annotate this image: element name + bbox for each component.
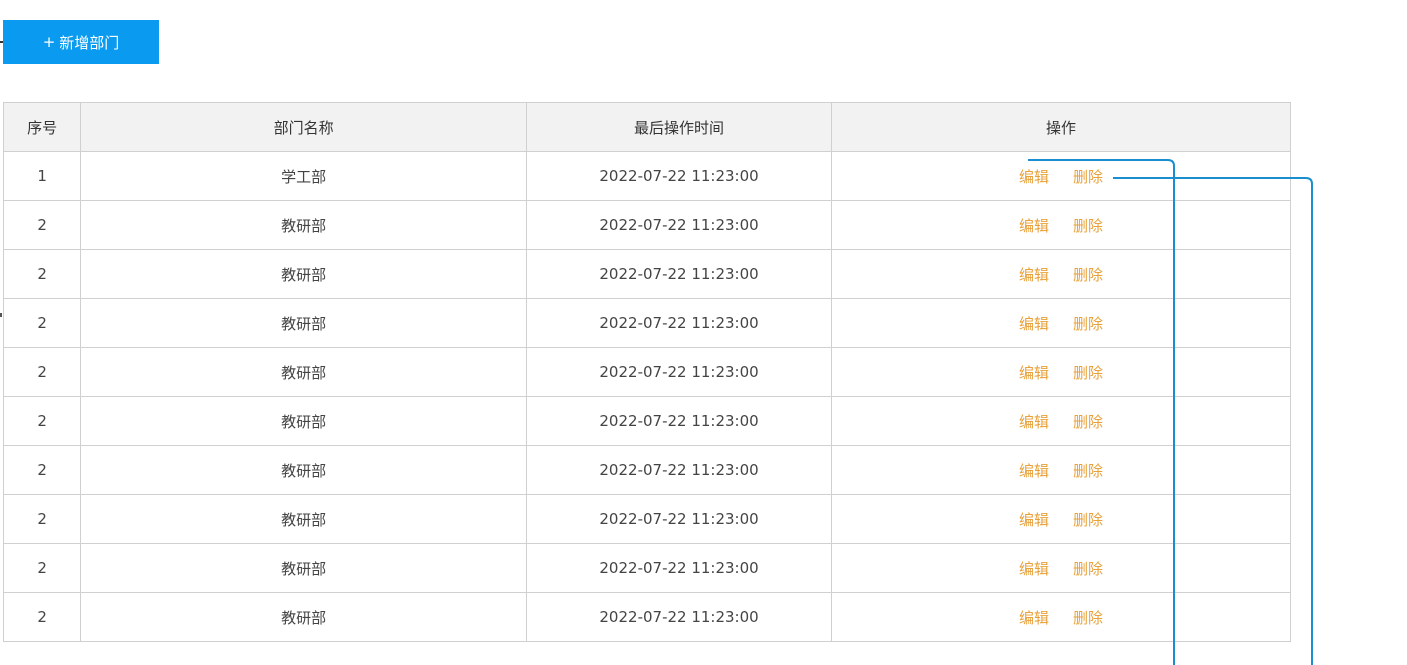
delete-link[interactable]: 删除 [1073,607,1103,628]
table-row: 2 教研部 2022-07-22 11:23:00 编辑 删除 [2,494,1292,544]
cell-seq: 2 [2,396,82,446]
cell-ops: 编辑 删除 [830,249,1292,299]
cell-seq: 2 [2,347,82,397]
row-actions: 编辑 删除 [1007,215,1115,236]
cell-ops: 编辑 删除 [830,445,1292,495]
table-row: 1 学工部 2022-07-22 11:23:00 编辑 删除 [2,151,1292,201]
edit-link[interactable]: 编辑 [1019,411,1049,432]
delete-link[interactable]: 删除 [1073,411,1103,432]
cell-name: 教研部 [80,494,528,544]
cell-name: 教研部 [80,298,528,348]
cell-time: 2022-07-22 11:23:00 [526,592,832,642]
cell-seq: 2 [2,445,82,495]
cell-ops: 编辑 删除 [830,494,1292,544]
row-actions: 编辑 删除 [1007,460,1115,481]
cell-ops: 编辑 删除 [830,298,1292,348]
edit-link[interactable]: 编辑 [1019,460,1049,481]
table-body: 1 学工部 2022-07-22 11:23:00 编辑 删除 2 教研部 2022-07-2… [2,151,1292,642]
cell-name: 学工部 [80,151,528,201]
cell-ops: 编辑 删除 [830,151,1292,201]
cell-seq: 2 [2,298,82,348]
cell-ops: 编辑 删除 [830,396,1292,446]
cell-seq: 2 [2,249,82,299]
cell-time: 2022-07-22 11:23:00 [526,249,832,299]
edit-link[interactable]: 编辑 [1019,313,1049,334]
edit-link[interactable]: 编辑 [1019,215,1049,236]
table-row: 2 教研部 2022-07-22 11:23:00 编辑 删除 [2,249,1292,299]
cell-time: 2022-07-22 11:23:00 [526,396,832,446]
delete-link[interactable]: 删除 [1073,460,1103,481]
header-name: 部门名称 [80,102,528,152]
edit-link[interactable]: 编辑 [1019,166,1049,187]
cell-name: 教研部 [80,249,528,299]
cell-name: 教研部 [80,543,528,593]
delete-link[interactable]: 删除 [1073,313,1103,334]
department-table: 序号 部门名称 最后操作时间 操作 1 学工部 2022-07-22 11:23:0… [2,102,1292,642]
delete-link[interactable]: 删除 [1073,558,1103,579]
table-row: 2 教研部 2022-07-22 11:23:00 编辑 删除 [2,298,1292,348]
cell-ops: 编辑 删除 [830,347,1292,397]
cell-ops: 编辑 删除 [830,543,1292,593]
header-seq: 序号 [2,102,82,152]
row-actions: 编辑 删除 [1007,166,1115,187]
table-row: 2 教研部 2022-07-22 11:23:00 编辑 删除 [2,445,1292,495]
cell-time: 2022-07-22 11:23:00 [526,494,832,544]
cell-time: 2022-07-22 11:23:00 [526,543,832,593]
cell-seq: 2 [2,543,82,593]
cell-time: 2022-07-22 11:23:00 [526,151,832,201]
table-row: 2 教研部 2022-07-22 11:23:00 编辑 删除 [2,592,1292,642]
row-actions: 编辑 删除 [1007,264,1115,285]
cell-ops: 编辑 删除 [830,200,1292,250]
table-row: 2 教研部 2022-07-22 11:23:00 编辑 删除 [2,200,1292,250]
cell-name: 教研部 [80,592,528,642]
cell-seq: 2 [2,200,82,250]
edit-link[interactable]: 编辑 [1019,264,1049,285]
cell-name: 教研部 [80,396,528,446]
cell-time: 2022-07-22 11:23:00 [526,445,832,495]
cell-time: 2022-07-22 11:23:00 [526,347,832,397]
delete-link[interactable]: 删除 [1073,509,1103,530]
cell-name: 教研部 [80,445,528,495]
row-actions: 编辑 删除 [1007,558,1115,579]
header-time: 最后操作时间 [526,102,832,152]
edit-link[interactable]: 编辑 [1019,558,1049,579]
row-actions: 编辑 删除 [1007,313,1115,334]
cell-time: 2022-07-22 11:23:00 [526,298,832,348]
delete-link[interactable]: 删除 [1073,362,1103,383]
table-header-row: 序号 部门名称 最后操作时间 操作 [2,102,1292,152]
edge-marker [0,313,2,317]
cell-seq: 2 [2,494,82,544]
cell-seq: 1 [2,151,82,201]
cell-ops: 编辑 删除 [830,592,1292,642]
delete-link[interactable]: 删除 [1073,215,1103,236]
row-actions: 编辑 删除 [1007,509,1115,530]
plus-icon: + [42,33,56,51]
cell-name: 教研部 [80,347,528,397]
table-row: 2 教研部 2022-07-22 11:23:00 编辑 删除 [2,396,1292,446]
delete-link[interactable]: 删除 [1073,166,1103,187]
table-row: 2 教研部 2022-07-22 11:23:00 编辑 删除 [2,543,1292,593]
delete-link[interactable]: 删除 [1073,264,1103,285]
edit-link[interactable]: 编辑 [1019,509,1049,530]
add-department-button[interactable]: + 新增部门 [3,20,159,64]
edit-link[interactable]: 编辑 [1019,362,1049,383]
row-actions: 编辑 删除 [1007,411,1115,432]
add-department-label: 新增部门 [59,33,120,52]
table-row: 2 教研部 2022-07-22 11:23:00 编辑 删除 [2,347,1292,397]
header-ops: 操作 [830,102,1292,152]
cell-time: 2022-07-22 11:23:00 [526,200,832,250]
row-actions: 编辑 删除 [1007,362,1115,383]
edit-link[interactable]: 编辑 [1019,607,1049,628]
row-actions: 编辑 删除 [1007,607,1115,628]
cell-name: 教研部 [80,200,528,250]
cell-seq: 2 [2,592,82,642]
